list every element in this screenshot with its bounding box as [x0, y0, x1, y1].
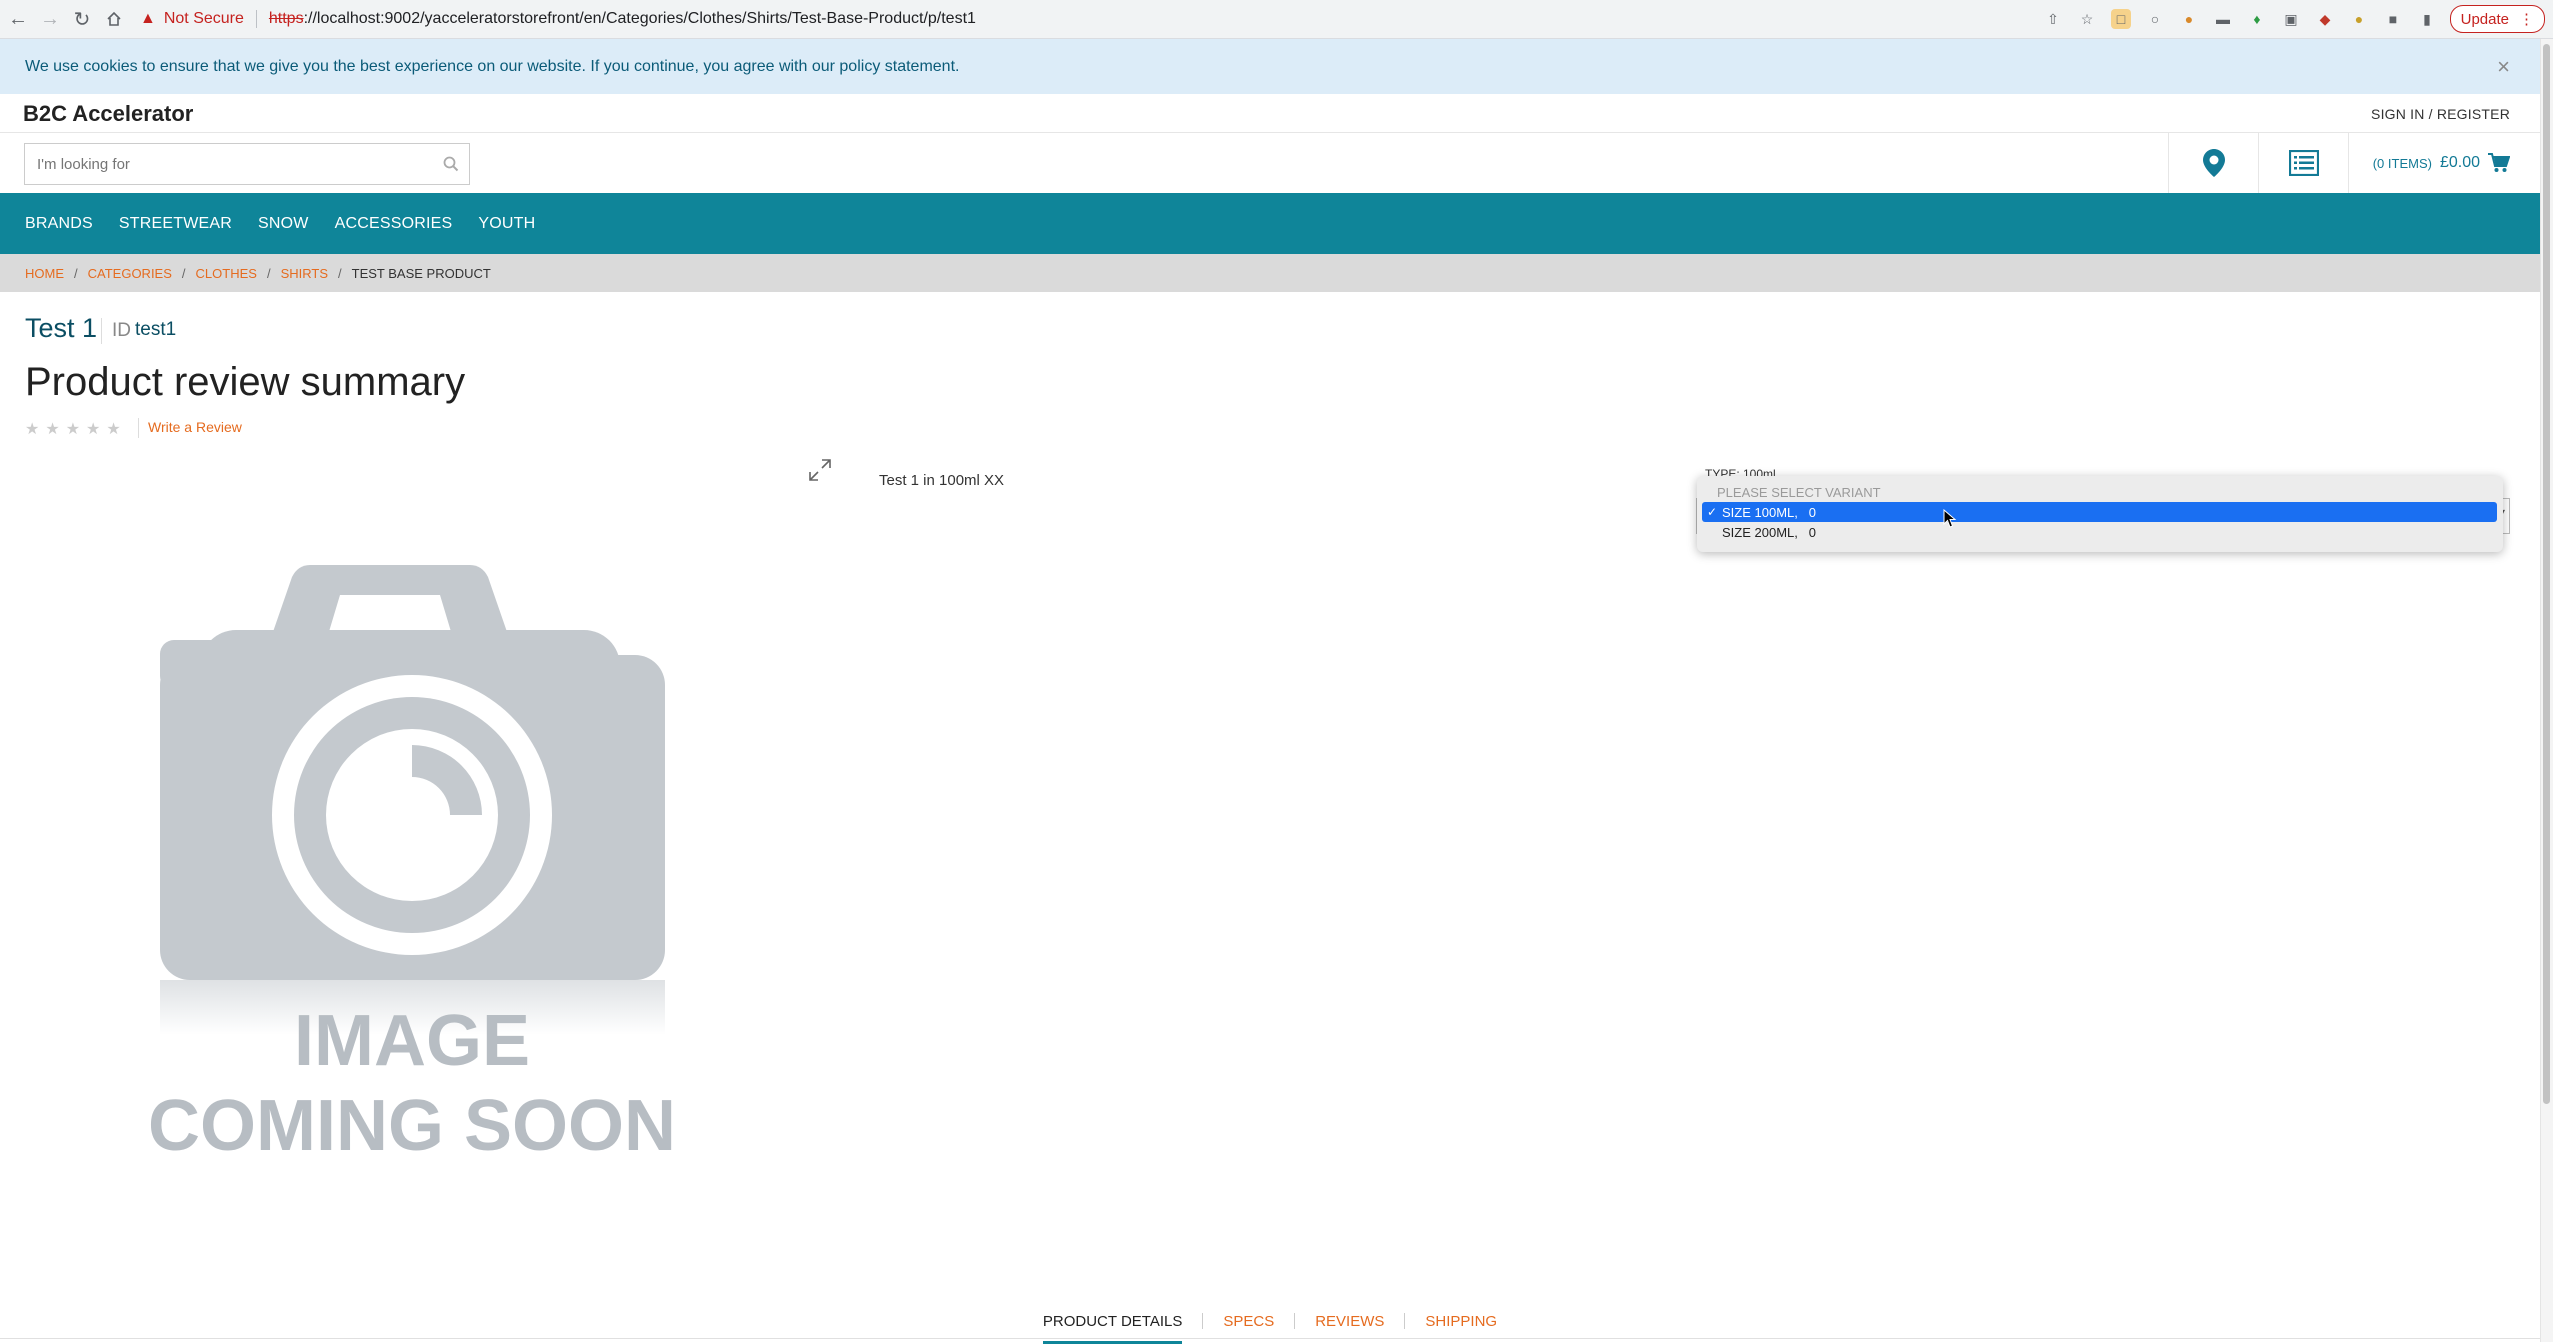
nav-item-youth[interactable]: YOUTH [478, 215, 535, 233]
site-logo[interactable]: B2C Accelerator [23, 101, 193, 127]
cart-total: £0.00 [2439, 154, 2480, 171]
variant-dropdown-list: PLEASE SELECT VARIANT ✓ SIZE 100ML, 0 SI… [1697, 476, 2503, 552]
share-icon[interactable]: ⇧ [2043, 9, 2063, 29]
breadcrumb-current: TEST BASE PRODUCT [351, 265, 491, 281]
extension-glasses-icon[interactable]: ▬ [2213, 9, 2233, 29]
extension-clipboard-icon[interactable]: □ [2111, 9, 2131, 29]
warning-icon: ▲ [140, 10, 156, 27]
nav-item-streetwear[interactable]: STREETWEAR [119, 215, 232, 233]
update-label: Update [2460, 10, 2509, 28]
header-divider [2348, 133, 2350, 193]
breadcrumb-home[interactable]: HOME [25, 266, 64, 281]
scrollbar-thumb[interactable] [2543, 44, 2550, 1104]
review-divider [138, 418, 139, 438]
url-scheme: https [268, 10, 304, 27]
variant-option-100ml[interactable]: ✓ SIZE 100ML, 0 [1702, 502, 2497, 522]
breadcrumb-separator: / [266, 265, 271, 281]
extension-green-icon[interactable]: ♦ [2247, 9, 2267, 29]
product-image-placeholder[interactable]: IMAGE COMING SOON [140, 555, 680, 1180]
address-bar[interactable]: ▲ Not Secure https://localhost:9002/yacc… [140, 4, 2080, 34]
home-icon[interactable] [98, 0, 130, 38]
forward-icon[interactable]: → [34, 0, 66, 38]
image-placeholder-line1: IMAGE [294, 1001, 530, 1081]
product-name: Test 1 [25, 313, 98, 343]
product-id-divider [101, 318, 102, 344]
breadcrumb-categories[interactable]: CATEGORIES [88, 266, 172, 281]
search-row: (0 ITEMS) £0.00 [0, 133, 2540, 193]
extension-bar: ⇧ ☆ □ ○ ● ▬ ♦ ▣ ◆ ● ■ ▮ J [2043, 0, 2473, 38]
search-input[interactable] [25, 145, 433, 183]
back-icon[interactable]: ← [2, 0, 34, 38]
cart-item-count: (0 ITEMS) [2372, 155, 2432, 171]
mouse-cursor-icon [1943, 508, 1957, 534]
nav-item-accessories[interactable]: ACCESSORIES [335, 215, 453, 233]
bookmark-star-icon[interactable]: ☆ [2077, 9, 2097, 29]
extension-bag-icon[interactable]: ▣ [2281, 9, 2301, 29]
omnibox-divider [255, 10, 257, 28]
update-button[interactable]: Update ⋮ [2449, 5, 2545, 33]
star-icon: ★ [45, 421, 60, 438]
star-icon: ★ [25, 421, 40, 438]
browser-toolbar: ← → ↻ ▲ Not Secure https://localhost:900… [0, 0, 2553, 39]
site-header: B2C Accelerator SIGN IN / REGISTER [0, 94, 2540, 133]
variant-option-placeholder: PLEASE SELECT VARIANT [1717, 484, 1881, 500]
map-pin-icon [2203, 149, 2225, 177]
not-secure-label: Not Secure [163, 10, 244, 27]
star-icon: ★ [65, 421, 81, 438]
list-icon [2289, 150, 2319, 176]
extension-search-icon[interactable]: ○ [2145, 9, 2165, 29]
checkmark-icon: ✓ [1706, 505, 1718, 519]
search-box [24, 143, 470, 185]
store-finder-button[interactable] [2168, 133, 2259, 193]
product-tabs: PRODUCT DETAILS SPECS REVIEWS SHIPPING [0, 1300, 2540, 1344]
sign-in-link[interactable]: SIGN IN / REGISTER [2371, 106, 2510, 122]
tab-specs[interactable]: SPECS [1203, 1313, 1294, 1330]
cookie-notice: We use cookies to ensure that we give yo… [0, 39, 2540, 94]
star-icon: ★ [86, 421, 101, 438]
tab-reviews[interactable]: REVIEWS [1295, 1313, 1404, 1330]
close-icon[interactable]: × [2497, 54, 2510, 80]
nav-item-snow[interactable]: SNOW [258, 215, 309, 233]
main-navigation: BRANDS STREETWEAR SNOW ACCESSORIES YOUTH [0, 193, 2540, 254]
url-text: ://localhost:9002/yacceleratorstorefront… [303, 10, 976, 27]
breadcrumb: HOME / CATEGORIES / CLOTHES / SHIRTS / T… [0, 254, 2540, 292]
side-panel-icon[interactable]: ▮ [2417, 9, 2437, 29]
camera-icon [160, 565, 665, 1035]
tab-product-details[interactable]: PRODUCT DETAILS [1023, 1313, 1202, 1344]
breadcrumb-clothes[interactable]: CLOTHES [196, 266, 257, 281]
tabs-underline [0, 1338, 2540, 1339]
expand-icon[interactable] [808, 458, 832, 487]
variant-option-200ml[interactable]: SIZE 200ML, 0 [1702, 522, 2517, 542]
kebab-menu-icon: ⋮ [2519, 11, 2534, 28]
review-summary-title: Product review summary [25, 360, 466, 404]
tab-shipping[interactable]: SHIPPING [1405, 1313, 1517, 1330]
mini-cart[interactable]: (0 ITEMS) £0.00 [2373, 133, 2510, 193]
breadcrumb-separator: / [181, 265, 186, 281]
variant-title: Test 1 in 100ml XX [879, 472, 1005, 489]
reload-icon[interactable]: ↻ [66, 0, 98, 38]
search-icon[interactable] [433, 156, 469, 172]
star-icon: ★ [106, 421, 121, 438]
extension-cookie-icon[interactable]: ● [2179, 9, 2199, 29]
write-review-link[interactable]: Write a Review [148, 419, 242, 435]
extension-shield-icon[interactable]: ◆ [2315, 9, 2335, 29]
breadcrumb-separator: / [338, 265, 342, 281]
cart-icon [2488, 153, 2510, 172]
extensions-puzzle-icon[interactable]: ■ [2383, 9, 2403, 29]
cookie-notice-text: We use cookies to ensure that we give yo… [25, 57, 960, 75]
quick-order-button[interactable] [2258, 133, 2349, 193]
breadcrumb-shirts[interactable]: SHIRTS [281, 266, 328, 281]
product-id: test1 [135, 319, 177, 340]
product-id-label: ID [112, 320, 131, 341]
image-placeholder-line2: COMING SOON [148, 1086, 676, 1166]
nav-item-brands[interactable]: BRANDS [25, 215, 93, 233]
variant-option-label: SIZE 100ML, 0 [1722, 504, 1816, 520]
breadcrumb-separator: / [74, 265, 78, 281]
rating-stars: ★ ★ ★ ★ ★ [25, 419, 121, 439]
extension-key-icon[interactable]: ● [2349, 9, 2369, 29]
